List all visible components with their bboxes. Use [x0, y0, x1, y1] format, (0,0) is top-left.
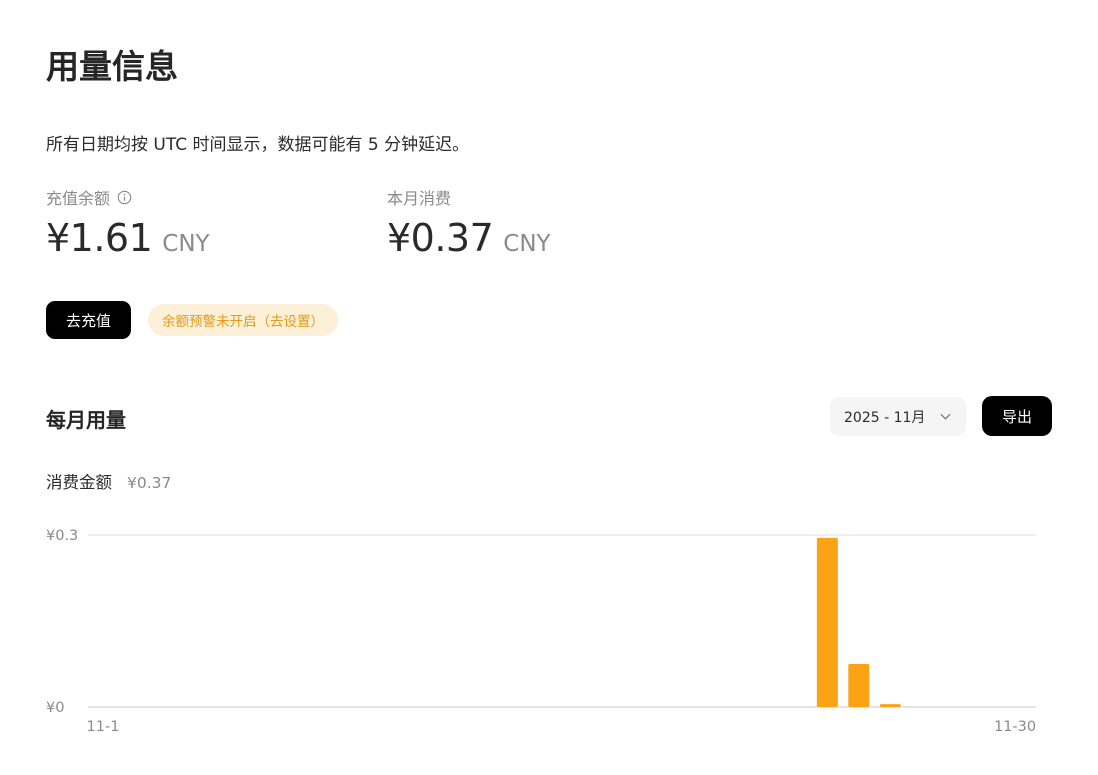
- balance-alert-link[interactable]: 余额预警未开启（去设置）: [148, 304, 338, 336]
- bar-11-24: [816, 537, 838, 707]
- chevron-down-icon: [940, 413, 951, 420]
- bar-11-25: [848, 664, 870, 707]
- month-select-value: 2025 - 11月: [844, 409, 926, 426]
- monthly-spend-unit: CNY: [503, 231, 551, 257]
- monthly-spend-value: ¥0.37 CNY: [387, 216, 551, 260]
- balance-unit: CNY: [162, 231, 210, 257]
- daily-usage-chart: ¥0 ¥0.3 11-1 11-30: [46, 528, 1036, 735]
- monthly-spend-stat: 本月消费 ¥0.37 CNY: [387, 186, 551, 260]
- spend-value: ¥0.37: [127, 474, 172, 492]
- monthly-spend-label-row: 本月消费: [387, 186, 551, 208]
- page-title: 用量信息: [46, 47, 178, 86]
- x-tick-label: 11-30: [994, 719, 1036, 735]
- balance-label: 充值余额: [46, 189, 111, 208]
- monthly-spend-label: 本月消费: [387, 189, 452, 208]
- month-select[interactable]: 2025 - 11月: [830, 397, 966, 436]
- balance-label-row: 充值余额: [46, 186, 210, 208]
- usage-page: 用量信息 所有日期均按 UTC 时间显示，数据可能有 5 分钟延迟。 充值余额 …: [0, 0, 1098, 775]
- y-tick-label: ¥0: [46, 700, 64, 716]
- monthly-usage-title: 每月用量: [46, 408, 126, 432]
- utc-notice: 所有日期均按 UTC 时间显示，数据可能有 5 分钟延迟。: [46, 135, 470, 155]
- export-button[interactable]: 导出: [982, 396, 1052, 436]
- spend-summary: 消费金额 ¥0.37: [46, 469, 171, 493]
- monthly-spend-amount: ¥0.37: [387, 216, 494, 260]
- balance-amount: ¥1.61: [46, 216, 153, 260]
- recharge-button[interactable]: 去充值: [46, 301, 131, 339]
- spend-label: 消费金额: [46, 473, 112, 492]
- y-tick-label: ¥0.3: [46, 528, 78, 544]
- x-tick-label: 11-1: [87, 719, 120, 735]
- balance-value: ¥1.61 CNY: [46, 216, 210, 260]
- bar-11-26: [879, 704, 901, 707]
- balance-stat: 充值余额 ¥1.61 CNY: [46, 186, 210, 260]
- info-icon[interactable]: [117, 190, 132, 205]
